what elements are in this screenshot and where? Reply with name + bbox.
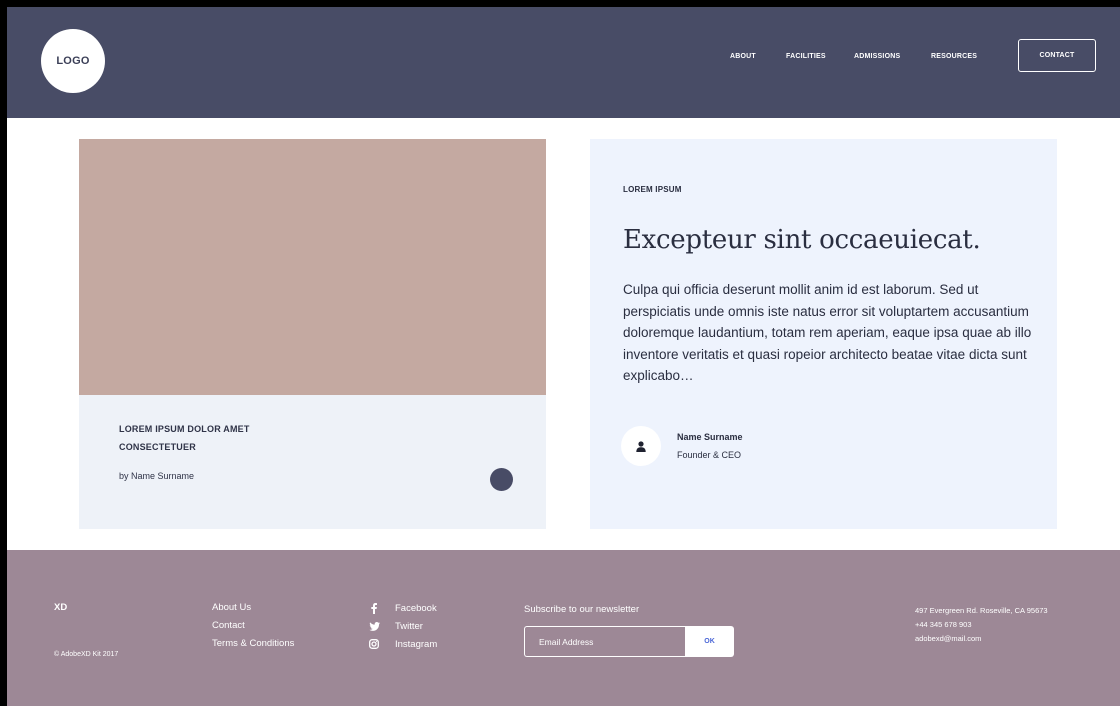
twitter-icon (367, 620, 381, 632)
author-avatar-dot[interactable] (490, 468, 513, 491)
article-author: by Name Surname (119, 471, 195, 481)
logo[interactable]: LOGO (41, 29, 105, 93)
newsletter-email-input[interactable] (524, 626, 685, 657)
nav-resources[interactable]: RESOURCES (931, 53, 977, 60)
footer-brand: XD (54, 602, 68, 613)
person-name: Name Surname (677, 432, 743, 442)
footer-copyright: © AdobeXD Kit 2017 (54, 651, 119, 658)
testimonial-card: LOREM IPSUM Excepteur sint occaeuiecat. … (590, 139, 1057, 529)
article-card[interactable]: LOREM IPSUM DOLOR AMET CONSECTETUER by N… (79, 139, 546, 529)
instagram-icon (367, 638, 381, 650)
site-footer: XD © AdobeXD Kit 2017 About Us Contact T… (7, 550, 1120, 706)
facebook-icon (367, 602, 381, 614)
newsletter-ok-button[interactable]: OK (685, 626, 734, 657)
person-role: Founder & CEO (677, 450, 742, 460)
social-facebook[interactable]: Facebook (367, 602, 437, 614)
testimonial-eyebrow: LOREM IPSUM (623, 185, 682, 194)
social-instagram[interactable]: Instagram (367, 638, 437, 650)
article-title: LOREM IPSUM DOLOR AMET CONSECTETUER (119, 424, 250, 452)
logo-text: LOGO (56, 55, 90, 67)
testimonial-headline: Excepteur sint occaeuiecat. (623, 225, 981, 255)
page-frame: LOGO ABOUT FACILITIES ADMISSIONS RESOURC… (7, 7, 1120, 706)
footer-phone: +44 345 678 903 (915, 620, 972, 629)
nav-facilities[interactable]: FACILITIES (786, 53, 826, 60)
social-twitter[interactable]: Twitter (367, 620, 423, 632)
social-instagram-label: Instagram (395, 638, 438, 650)
user-icon (636, 440, 646, 452)
article-image-placeholder (79, 139, 546, 395)
contact-button[interactable]: CONTACT (1018, 39, 1096, 72)
avatar (621, 426, 661, 466)
footer-link-about-us[interactable]: About Us (212, 602, 251, 613)
footer-email[interactable]: adobexd@mail.com (915, 634, 981, 643)
nav-admissions[interactable]: ADMISSIONS (854, 53, 900, 60)
social-twitter-label: Twitter (395, 620, 423, 632)
footer-address: 497 Evergreen Rd. Roseville, CA 95673 (915, 606, 1048, 615)
testimonial-body: Culpa qui officia deserunt mollit anim i… (623, 282, 1032, 383)
contact-button-label: CONTACT (1039, 52, 1075, 59)
newsletter-title: Subscribe to our newsletter (524, 604, 640, 615)
social-facebook-label: Facebook (395, 602, 437, 614)
footer-link-contact[interactable]: Contact (212, 620, 245, 631)
footer-link-terms[interactable]: Terms & Conditions (212, 638, 294, 649)
site-header: LOGO ABOUT FACILITIES ADMISSIONS RESOURC… (7, 7, 1120, 118)
nav-about[interactable]: ABOUT (730, 53, 756, 60)
